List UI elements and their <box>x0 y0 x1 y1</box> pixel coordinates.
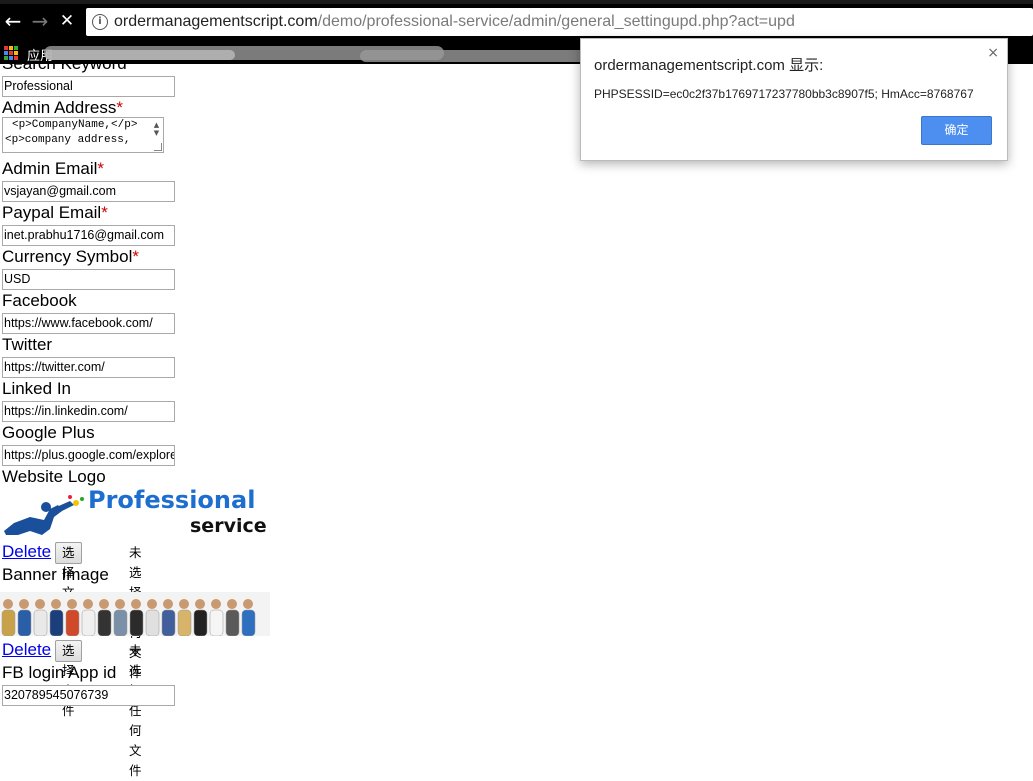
currency-symbol-label: Currency Symbol* <box>2 247 139 266</box>
admin-email-label: Admin Email* <box>2 159 105 178</box>
apps-grid-icon[interactable] <box>4 46 18 60</box>
admin-address-line-1: <p>CompanyName,</p> <box>12 119 138 131</box>
admin-address-label: Admin Address* <box>2 98 123 117</box>
url-text[interactable]: ordermanagementscript.com/demo/professio… <box>114 12 795 32</box>
admin-address-line-2: <p>company address, <box>5 134 131 146</box>
logo-text-top: Professional <box>88 487 255 514</box>
dialog-title: ordermanagementscript.com 显示: <box>594 57 824 74</box>
textarea-scroll-arrows-icon[interactable]: ▲ ▼ <box>151 121 162 137</box>
currency-symbol-input[interactable]: USD <box>2 269 175 290</box>
banner-image-label: Banner Image <box>2 565 109 584</box>
tab-strip <box>0 0 1033 4</box>
choose-logo-file-button[interactable]: 选择文件 <box>55 542 82 620</box>
delete-banner-link[interactable]: Delete <box>2 640 51 660</box>
close-icon[interactable]: × <box>987 45 999 61</box>
linkedin-input[interactable]: https://in.linkedin.com/ <box>2 401 175 422</box>
fb-app-id-label: FB login App id <box>2 663 117 682</box>
googleplus-input[interactable]: https://plus.google.com/explore <box>2 445 175 466</box>
javascript-alert-dialog: ordermanagementscript.com 显示: × PHPSESSI… <box>580 38 1008 161</box>
linkedin-label: Linked In <box>2 379 71 398</box>
facebook-input[interactable]: https://www.facebook.com/ <box>2 313 175 334</box>
search-keyword-input[interactable]: Professional <box>2 76 175 97</box>
browser-toolbar: ← → ✕ i ordermanagementscript.com/demo/p… <box>0 0 1033 42</box>
googleplus-label: Google Plus <box>2 423 95 442</box>
site-info-icon[interactable]: i <box>92 14 108 30</box>
redaction-scribble <box>45 50 235 60</box>
banner-image <box>0 592 270 637</box>
ok-button[interactable]: 确定 <box>921 116 992 145</box>
fb-app-id-input[interactable]: 320789545076739 <box>2 685 175 706</box>
logo-text-bottom: service <box>190 515 267 537</box>
choose-banner-file-button[interactable]: 选择文件 <box>55 640 82 718</box>
website-logo-label: Website Logo <box>2 467 106 486</box>
delete-logo-link[interactable]: Delete <box>2 542 51 562</box>
paypal-email-label: Paypal Email* <box>2 203 108 222</box>
admin-email-input[interactable]: vsjayan@gmail.com <box>2 181 175 202</box>
resize-grip-icon[interactable] <box>154 143 162 151</box>
dialog-message: PHPSESSID=ec0c2f37b1769717237780bb3c8907… <box>594 87 974 101</box>
back-arrow-icon[interactable]: ← <box>2 10 24 32</box>
website-logo-image: Professional service <box>0 486 270 539</box>
banner-file-status: 未选择任何文件 <box>129 643 142 778</box>
twitter-input[interactable]: https://twitter.com/ <box>2 357 175 378</box>
admin-address-textarea[interactable]: <p>CompanyName,</p> <p>company address, … <box>2 117 164 153</box>
twitter-label: Twitter <box>2 335 53 354</box>
forward-arrow-icon[interactable]: → <box>29 10 51 32</box>
stop-loading-icon[interactable]: ✕ <box>56 10 78 32</box>
paypal-email-input[interactable]: inet.prabhu1716@gmail.com <box>2 225 175 246</box>
address-bar[interactable]: i ordermanagementscript.com/demo/profess… <box>86 8 1033 36</box>
facebook-label: Facebook <box>2 291 77 310</box>
